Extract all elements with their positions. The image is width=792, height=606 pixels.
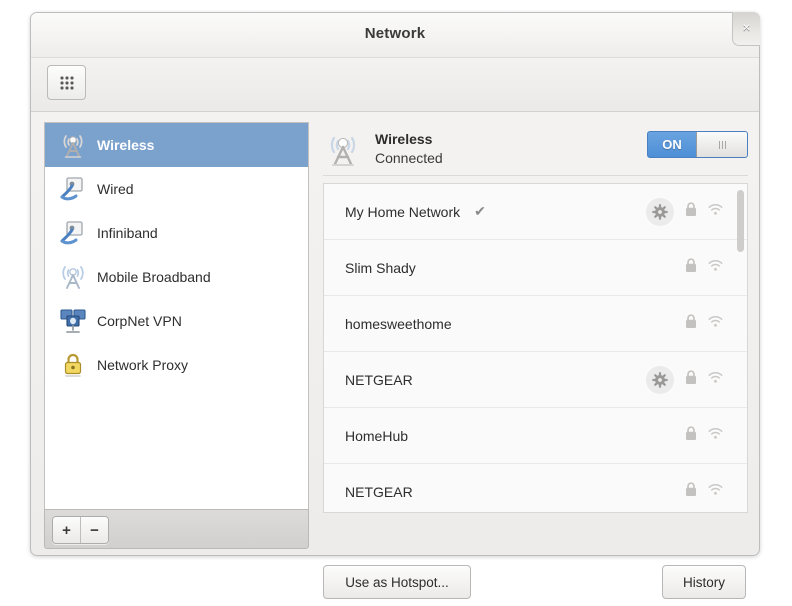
sidebar-item-label: Mobile Broadband — [97, 269, 211, 285]
network-signal-strength-icon — [708, 203, 723, 221]
wireless-tower-icon — [323, 129, 363, 169]
network-row[interactable]: HomeHub — [324, 408, 747, 464]
network-settings-gear-icon[interactable] — [646, 197, 674, 226]
network-row-icons — [646, 422, 723, 450]
toggle-on-label: ON — [662, 137, 682, 152]
add-remove-button-group: + − — [52, 516, 109, 544]
network-secured-lock-icon — [685, 201, 697, 222]
sidebar-item-wireless[interactable]: Wireless — [45, 123, 308, 167]
sidebar-item-wired[interactable]: Wired — [45, 167, 308, 211]
close-window-button[interactable]: × — [732, 12, 760, 46]
network-row[interactable]: NETGEAR — [324, 464, 747, 512]
network-row-icons — [646, 197, 723, 226]
wired-plug-icon — [58, 174, 88, 204]
all-settings-grid-button[interactable] — [47, 65, 86, 100]
network-signal-strength-icon — [708, 259, 723, 277]
network-row[interactable]: My Home Network ✔ — [324, 184, 747, 240]
window-body: Wireless Wired Infiniband Mobile Broadband C… — [31, 112, 759, 557]
sidebar-device-list: Wireless Wired Infiniband Mobile Broadband C… — [44, 122, 309, 509]
scrollbar-thumb[interactable] — [737, 190, 744, 252]
device-header: Wireless Connected ON — [323, 122, 748, 176]
network-ssid: NETGEAR — [345, 483, 413, 500]
network-ssid: homesweethome — [345, 315, 452, 332]
network-secured-lock-icon — [685, 369, 697, 390]
network-signal-strength-icon — [708, 427, 723, 445]
network-settings-window: Network × Wireless Wired Infiniband Mobile … — [30, 12, 760, 599]
network-row-icons — [646, 254, 723, 282]
wireless-tower-icon — [58, 130, 88, 160]
sidebar-item-label: Wired — [97, 181, 134, 197]
vpn-computer-icon — [58, 306, 88, 336]
network-signal-strength-icon — [708, 315, 723, 333]
remove-connection-button[interactable]: − — [80, 517, 108, 543]
network-rows: My Home Network ✔ Slim Shady homesweethome N… — [324, 184, 747, 512]
network-ssid: My Home Network — [345, 203, 461, 220]
network-list-scrollbar[interactable] — [737, 190, 744, 508]
device-name: Wireless — [375, 130, 433, 147]
sidebar-item-label: Infiniband — [97, 225, 158, 241]
sidebar-toolbar: + − — [44, 509, 309, 549]
mobile-broadband-icon — [58, 262, 88, 292]
device-status: Connected — [375, 149, 443, 166]
window-footer: Use as Hotspot... History — [31, 557, 759, 606]
window-toolbar — [31, 58, 759, 112]
network-row[interactable]: Slim Shady — [324, 240, 747, 296]
use-as-hotspot-button[interactable]: Use as Hotspot... — [323, 565, 471, 599]
network-row-icons — [646, 310, 723, 338]
toggle-knob[interactable] — [696, 132, 747, 157]
grid-dots-icon — [60, 76, 73, 89]
history-button[interactable]: History — [662, 565, 746, 599]
wireless-power-toggle[interactable]: ON — [647, 131, 748, 158]
sidebar-item-corpnet-vpn[interactable]: CorpNet VPN — [45, 299, 308, 343]
connected-check-icon: ✔ — [474, 203, 486, 219]
sidebar-item-mobile-broadband[interactable]: Mobile Broadband — [45, 255, 308, 299]
available-networks-list[interactable]: My Home Network ✔ Slim Shady homesweethome N… — [323, 183, 748, 513]
network-secured-lock-icon — [685, 313, 697, 334]
detail-pane: Wireless Connected ON My Home Network ✔ Sl… — [323, 122, 748, 549]
network-secured-lock-icon — [685, 481, 697, 502]
sidebar-item-label: CorpNet VPN — [97, 313, 182, 329]
window-title: Network — [364, 25, 426, 42]
gear-placeholder — [646, 478, 674, 506]
gear-placeholder — [646, 422, 674, 450]
network-signal-strength-icon — [708, 371, 723, 389]
network-row-icons — [646, 365, 723, 394]
sidebar-item-infiniband[interactable]: Infiniband — [45, 211, 308, 255]
network-settings-gear-icon[interactable] — [646, 365, 674, 394]
window-titlebar: Network × — [31, 12, 760, 58]
device-info: Wireless Connected — [375, 130, 443, 168]
gear-placeholder — [646, 310, 674, 338]
network-ssid: Slim Shady — [345, 259, 416, 276]
network-secured-lock-icon — [685, 257, 697, 278]
sidebar-item-label: Network Proxy — [97, 357, 189, 373]
close-icon: × — [742, 19, 751, 35]
network-row-icons — [646, 478, 723, 506]
network-row[interactable]: NETGEAR — [324, 352, 747, 408]
sidebar-item-network-proxy[interactable]: Network Proxy — [45, 343, 308, 387]
gear-placeholder — [646, 254, 674, 282]
add-connection-button[interactable]: + — [53, 517, 80, 543]
sidebar-item-label: Wireless — [97, 137, 155, 153]
network-ssid: HomeHub — [345, 427, 409, 444]
proxy-padlock-icon — [58, 350, 88, 380]
network-signal-strength-icon — [708, 483, 723, 501]
infiniband-plug-icon — [58, 218, 88, 248]
network-ssid: NETGEAR — [345, 371, 413, 388]
network-row[interactable]: homesweethome — [324, 296, 747, 352]
network-secured-lock-icon — [685, 425, 697, 446]
sidebar: Wireless Wired Infiniband Mobile Broadband C… — [44, 122, 309, 549]
